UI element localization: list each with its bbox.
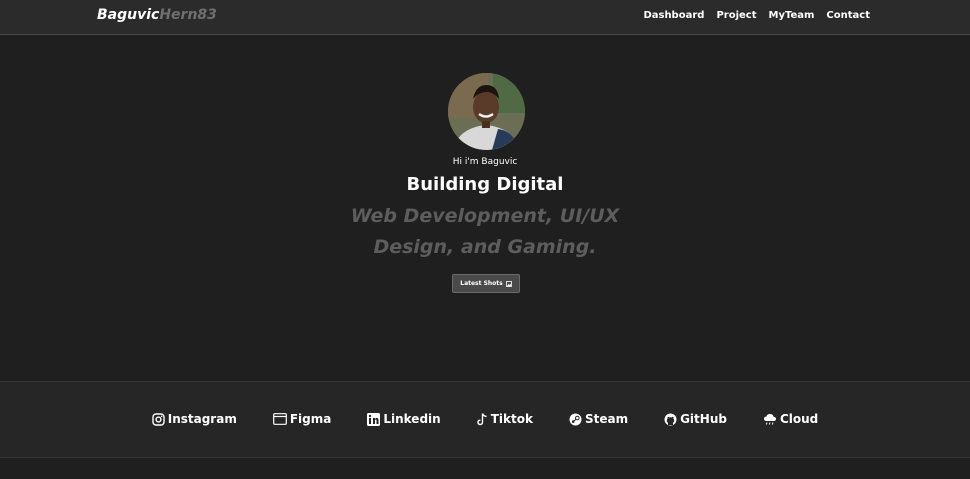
nav-link-project[interactable]: Project bbox=[716, 10, 756, 21]
brand-secondary: Hern83 bbox=[159, 7, 217, 23]
hero-subline-2: Design, and Gaming. bbox=[373, 236, 597, 258]
social-figma-label: Figma bbox=[289, 412, 332, 426]
github-icon bbox=[664, 413, 677, 425]
hero-greeting: Hi i'm Baguvic bbox=[452, 157, 518, 167]
footer-strip bbox=[0, 459, 970, 479]
hero-subline-1: Web Development, UI/UX bbox=[350, 205, 620, 227]
instagram-icon bbox=[152, 412, 165, 426]
social-cloud-label: Cloud bbox=[779, 412, 819, 426]
social-cloud[interactable]: Cloud bbox=[763, 412, 818, 426]
social-instagram[interactable]: Instagram bbox=[152, 412, 237, 426]
brand-primary: Baguvic bbox=[97, 7, 160, 23]
avatar-photo bbox=[448, 73, 525, 150]
social-links-band: Instagram Figma Linkedin Tiktok Steam Gi… bbox=[0, 381, 970, 458]
avatar bbox=[448, 73, 525, 150]
hero-headline: Building Digital bbox=[406, 174, 564, 195]
linkedin-icon bbox=[367, 412, 381, 426]
latest-shots-label: Latest Shots bbox=[460, 280, 503, 287]
social-steam-label: Steam bbox=[584, 412, 629, 426]
social-figma[interactable]: Figma bbox=[272, 412, 332, 426]
cloud-rain-icon bbox=[763, 413, 776, 425]
social-tiktok[interactable]: Tiktok bbox=[477, 412, 533, 426]
social-github-label: GitHub bbox=[680, 412, 727, 426]
tiktok-icon bbox=[477, 412, 487, 425]
nav-link-dashboard[interactable]: Dashboard bbox=[643, 10, 704, 21]
social-instagram-label: Instagram bbox=[167, 412, 237, 426]
steam-icon bbox=[569, 413, 582, 425]
latest-shots-button[interactable]: Latest Shots bbox=[452, 274, 520, 293]
social-linkedin[interactable]: Linkedin bbox=[367, 412, 441, 426]
social-tiktok-label: Tiktok bbox=[490, 412, 533, 426]
nav-link-contact[interactable]: Contact bbox=[826, 10, 870, 21]
social-steam[interactable]: Steam bbox=[569, 412, 628, 426]
social-github[interactable]: GitHub bbox=[664, 412, 727, 426]
window-icon bbox=[272, 413, 287, 425]
brand-logo[interactable]: BaguvicHern83 bbox=[97, 7, 217, 23]
social-linkedin-label: Linkedin bbox=[383, 412, 441, 426]
nav-link-myteam[interactable]: MyTeam bbox=[769, 10, 815, 21]
top-navbar: BaguvicHern83 Dashboard Project MyTeam C… bbox=[0, 0, 970, 35]
nav-links: Dashboard Project MyTeam Contact bbox=[643, 10, 870, 21]
picture-icon bbox=[505, 280, 512, 287]
social-links: Instagram Figma Linkedin Tiktok Steam Gi… bbox=[0, 412, 970, 426]
